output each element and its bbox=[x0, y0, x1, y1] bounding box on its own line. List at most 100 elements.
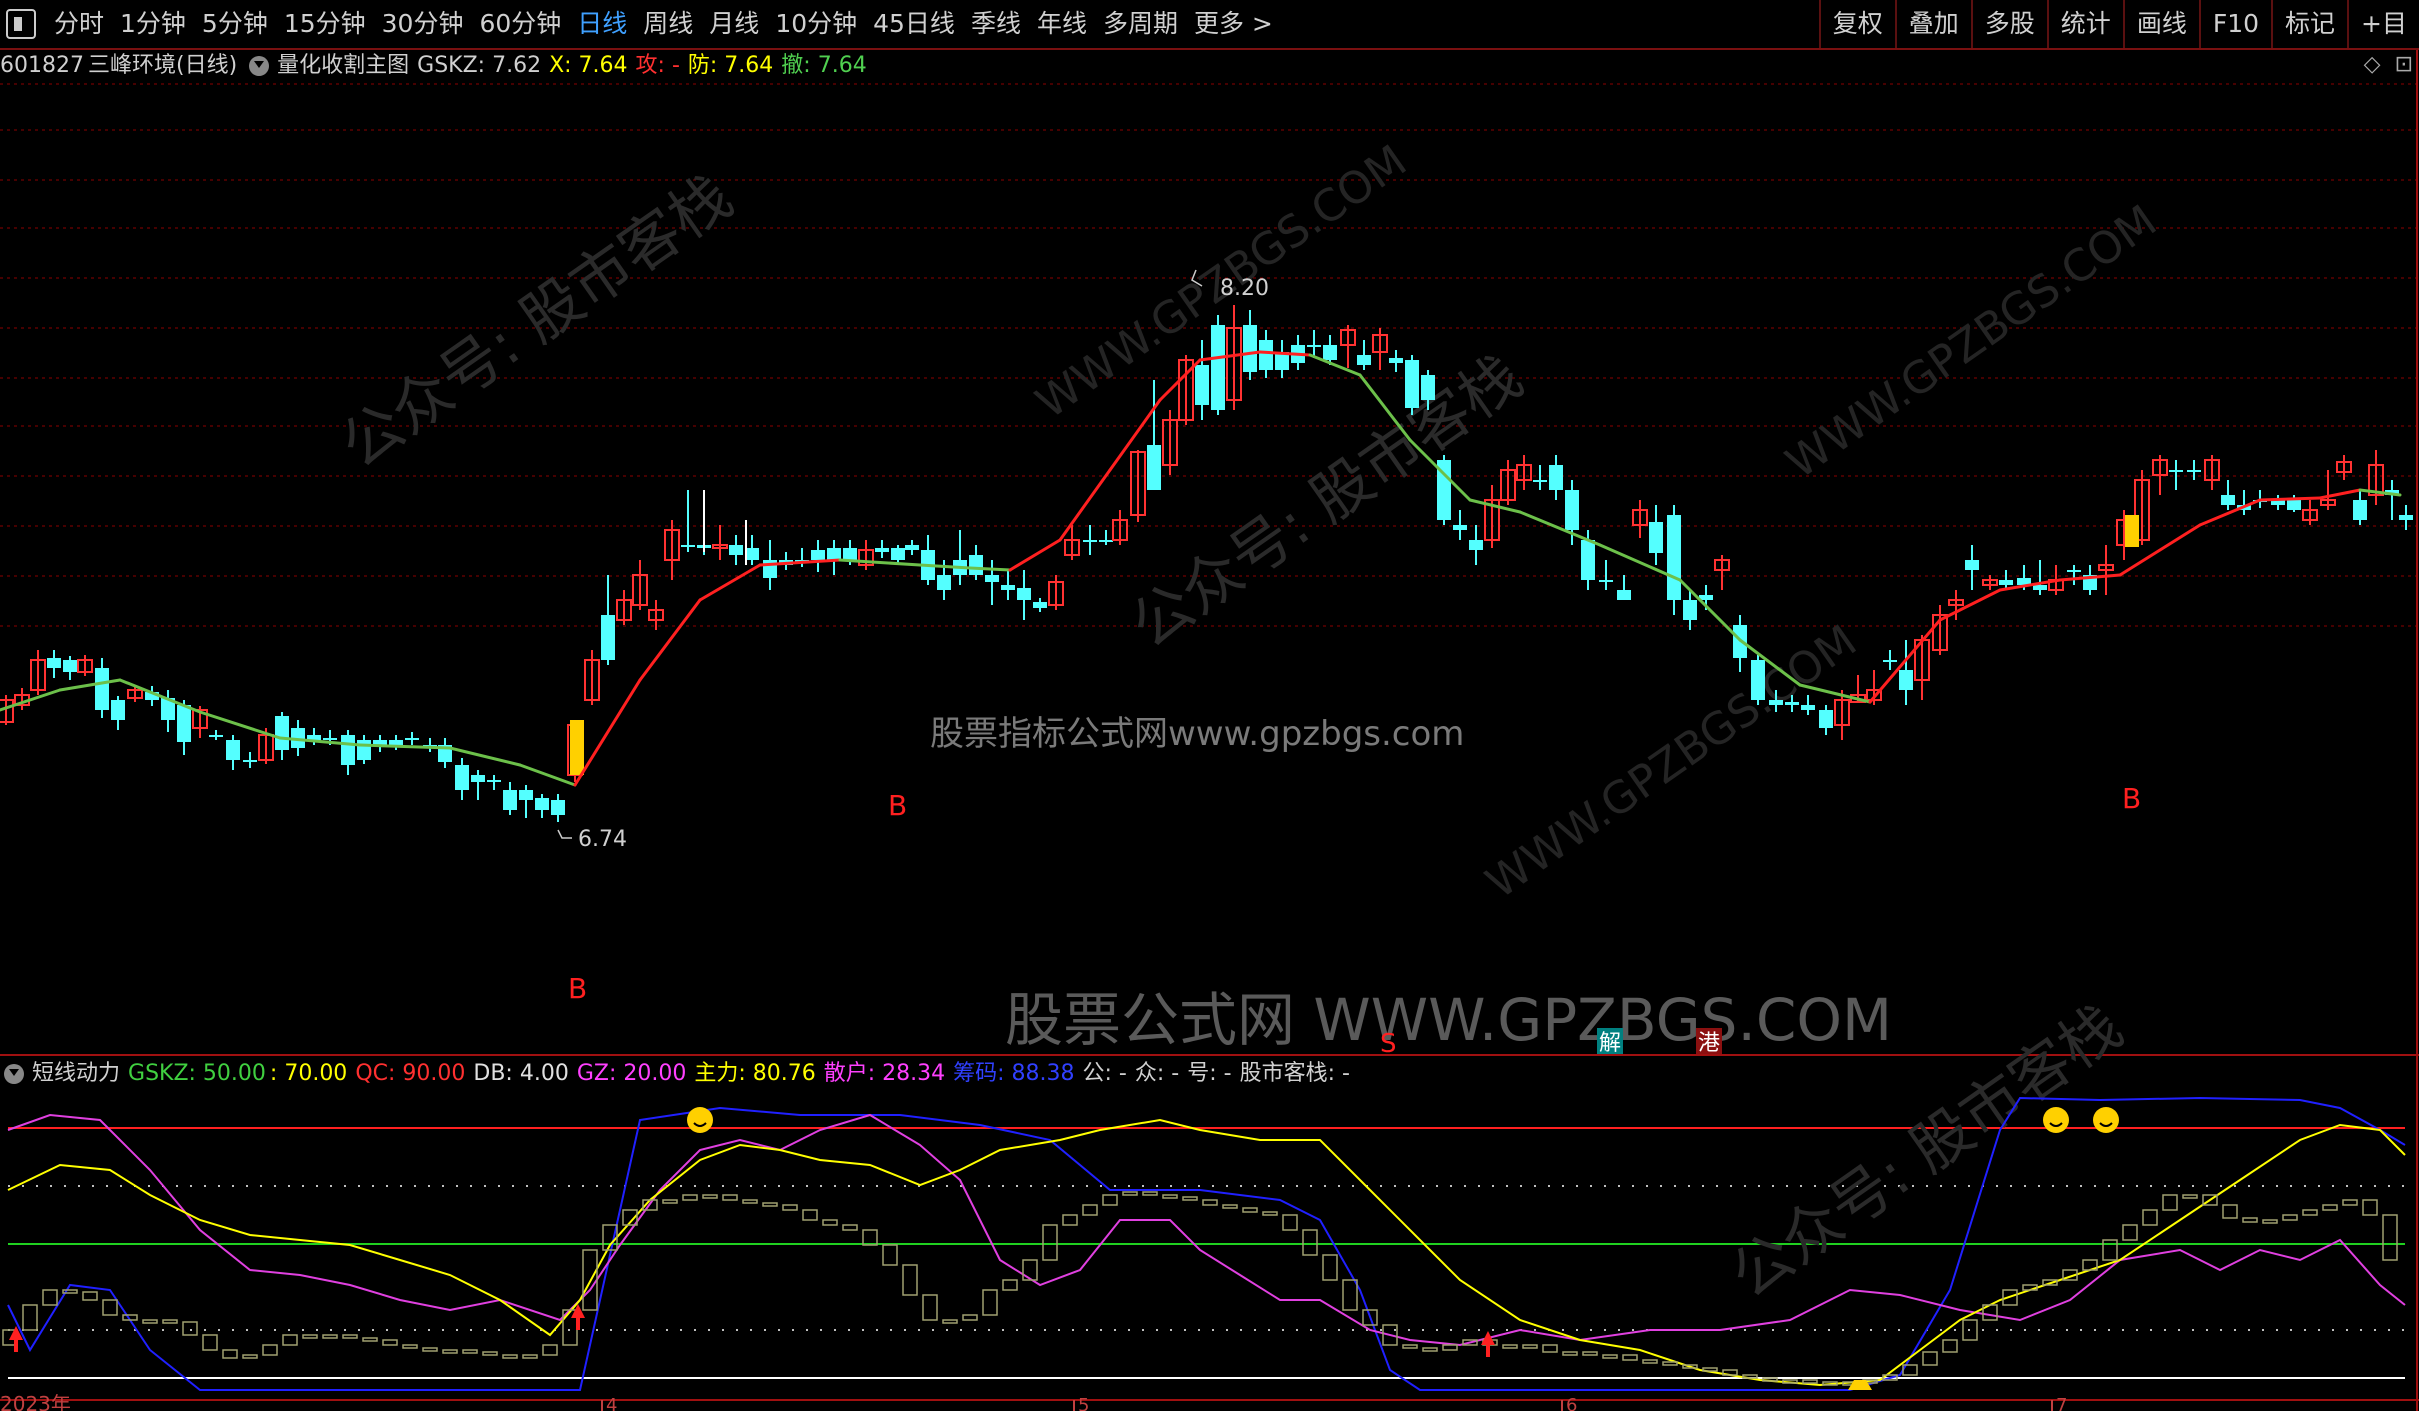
box-bar bbox=[702, 1194, 718, 1199]
candle-body bbox=[471, 775, 485, 782]
candle-body bbox=[1914, 639, 1930, 681]
tool-5[interactable]: F10 bbox=[2198, 0, 2271, 48]
candle-body bbox=[389, 740, 403, 745]
year-label: 2023年 bbox=[0, 1392, 71, 1411]
tab-8[interactable]: 月线 bbox=[701, 0, 767, 48]
candle-body bbox=[601, 615, 615, 660]
sub-chouma: 筹码: 88.38 bbox=[953, 1061, 1075, 1086]
tab-4[interactable]: 30分钟 bbox=[374, 0, 472, 48]
box-bar bbox=[1622, 1354, 1638, 1361]
ma-segment bbox=[0, 688, 62, 712]
gang-label: 港 bbox=[1698, 1031, 1720, 1056]
right-toolbar: 复权 叠加 多股 统计 画线 F10 标记 +目 bbox=[1818, 0, 2419, 48]
candle-body bbox=[1484, 499, 1500, 541]
watermark-diag-6: WWW.GPZBGS.COM bbox=[1477, 615, 1866, 909]
box-bar bbox=[1682, 1364, 1698, 1369]
ma-segment bbox=[838, 558, 922, 567]
box-bar bbox=[1482, 1339, 1498, 1346]
ma-segment bbox=[198, 710, 282, 740]
box-bar bbox=[2202, 1194, 2218, 1206]
indicator-name[interactable]: 量化收割主图 bbox=[277, 53, 409, 78]
box-bar bbox=[1422, 1347, 1438, 1352]
ma-segment bbox=[573, 678, 642, 787]
candle-body bbox=[14, 694, 30, 706]
candle-body bbox=[535, 798, 549, 810]
candle-body bbox=[2221, 495, 2235, 505]
candle-body bbox=[503, 790, 517, 810]
ma-segment bbox=[2198, 498, 2262, 527]
candle-body bbox=[1211, 325, 1225, 410]
candle-body bbox=[921, 550, 935, 580]
tab-14[interactable]: 更多 > bbox=[1186, 0, 1281, 48]
tab-13[interactable]: 多周期 bbox=[1095, 0, 1186, 48]
dropdown-circle-icon[interactable] bbox=[4, 1064, 24, 1084]
tool-1[interactable]: 叠加 bbox=[1894, 0, 1971, 48]
gang-badge bbox=[1696, 1028, 1722, 1054]
tab-2[interactable]: 5分钟 bbox=[194, 0, 276, 48]
box-bar bbox=[342, 1334, 358, 1339]
tool-6[interactable]: 标记 bbox=[2271, 0, 2347, 48]
tool-7[interactable]: +目 bbox=[2347, 0, 2419, 48]
box-bar bbox=[1922, 1351, 1938, 1366]
candle-body bbox=[763, 560, 777, 578]
candle-body bbox=[373, 740, 387, 745]
menu-icon[interactable] bbox=[6, 9, 36, 39]
tab-11[interactable]: 季线 bbox=[963, 0, 1029, 48]
tab-3[interactable]: 15分钟 bbox=[276, 0, 374, 48]
tool-2[interactable]: 多股 bbox=[1970, 0, 2047, 48]
tab-10[interactable]: 45日线 bbox=[865, 0, 963, 48]
candle-body bbox=[0, 699, 14, 723]
box-bar bbox=[1062, 1214, 1078, 1226]
box-bar bbox=[522, 1354, 538, 1359]
dropdown-circle-icon[interactable] bbox=[249, 56, 270, 76]
moving-average-line bbox=[0, 350, 2402, 787]
ma-segment bbox=[2058, 573, 2122, 582]
candle-body bbox=[1099, 540, 1113, 542]
buy-signal-2: B bbox=[888, 789, 907, 822]
candle-body bbox=[953, 560, 967, 575]
tab-1[interactable]: 1分钟 bbox=[112, 0, 194, 48]
sub-indicator-name[interactable]: 短线动力 bbox=[32, 1061, 120, 1086]
candle-body bbox=[1581, 540, 1595, 580]
candle-body bbox=[1195, 365, 1209, 405]
tab-0[interactable]: 分时 bbox=[46, 0, 112, 48]
box-bar bbox=[22, 1304, 38, 1331]
candle-body bbox=[811, 550, 825, 560]
chart-annotations: 8.20 6.74 B B B S 解 港 2023年 4 5 6 7 bbox=[0, 269, 2141, 1411]
smiley-icon bbox=[687, 1107, 713, 1133]
tab-6[interactable]: 日线 bbox=[569, 0, 635, 48]
diamond-icon[interactable]: ◇ bbox=[2364, 52, 2381, 77]
box-bar bbox=[682, 1194, 698, 1201]
tab-12[interactable]: 年线 bbox=[1029, 0, 1095, 48]
candle-body bbox=[2302, 509, 2318, 521]
box-bar bbox=[1802, 1379, 1818, 1384]
box-bar bbox=[442, 1349, 458, 1354]
candle-body bbox=[1899, 670, 1913, 690]
tab-7[interactable]: 周线 bbox=[635, 0, 701, 48]
candle-body bbox=[1500, 469, 1516, 501]
box-bar bbox=[2142, 1209, 2158, 1226]
box-bar bbox=[822, 1219, 838, 1226]
smiley-icon-mouth bbox=[2099, 1122, 2113, 1127]
ma-segment bbox=[698, 563, 762, 602]
candle-body bbox=[95, 668, 109, 710]
gskz-value: GSKZ: 7.62 bbox=[417, 53, 542, 78]
candle-body bbox=[648, 609, 664, 621]
tool-3[interactable]: 统计 bbox=[2046, 0, 2123, 48]
tool-4[interactable]: 画线 bbox=[2122, 0, 2199, 48]
tool-0[interactable]: 复权 bbox=[1818, 0, 1895, 48]
box-bar bbox=[722, 1194, 738, 1201]
candle-body bbox=[438, 745, 452, 762]
candle-body bbox=[551, 800, 565, 815]
candle-body bbox=[77, 659, 93, 673]
tab-5[interactable]: 60分钟 bbox=[471, 0, 569, 48]
box-bar bbox=[122, 1314, 138, 1321]
sub-gz: GZ: 20.00 bbox=[576, 1061, 687, 1086]
candle-body bbox=[1275, 352, 1289, 370]
box-bar bbox=[2222, 1204, 2238, 1219]
box-bar bbox=[102, 1299, 118, 1316]
box-bar bbox=[1702, 1367, 1718, 1372]
candle-body bbox=[1083, 540, 1097, 542]
tab-9[interactable]: 10分钟 bbox=[767, 0, 865, 48]
maximize-icon[interactable]: ⊡ bbox=[2395, 52, 2413, 77]
